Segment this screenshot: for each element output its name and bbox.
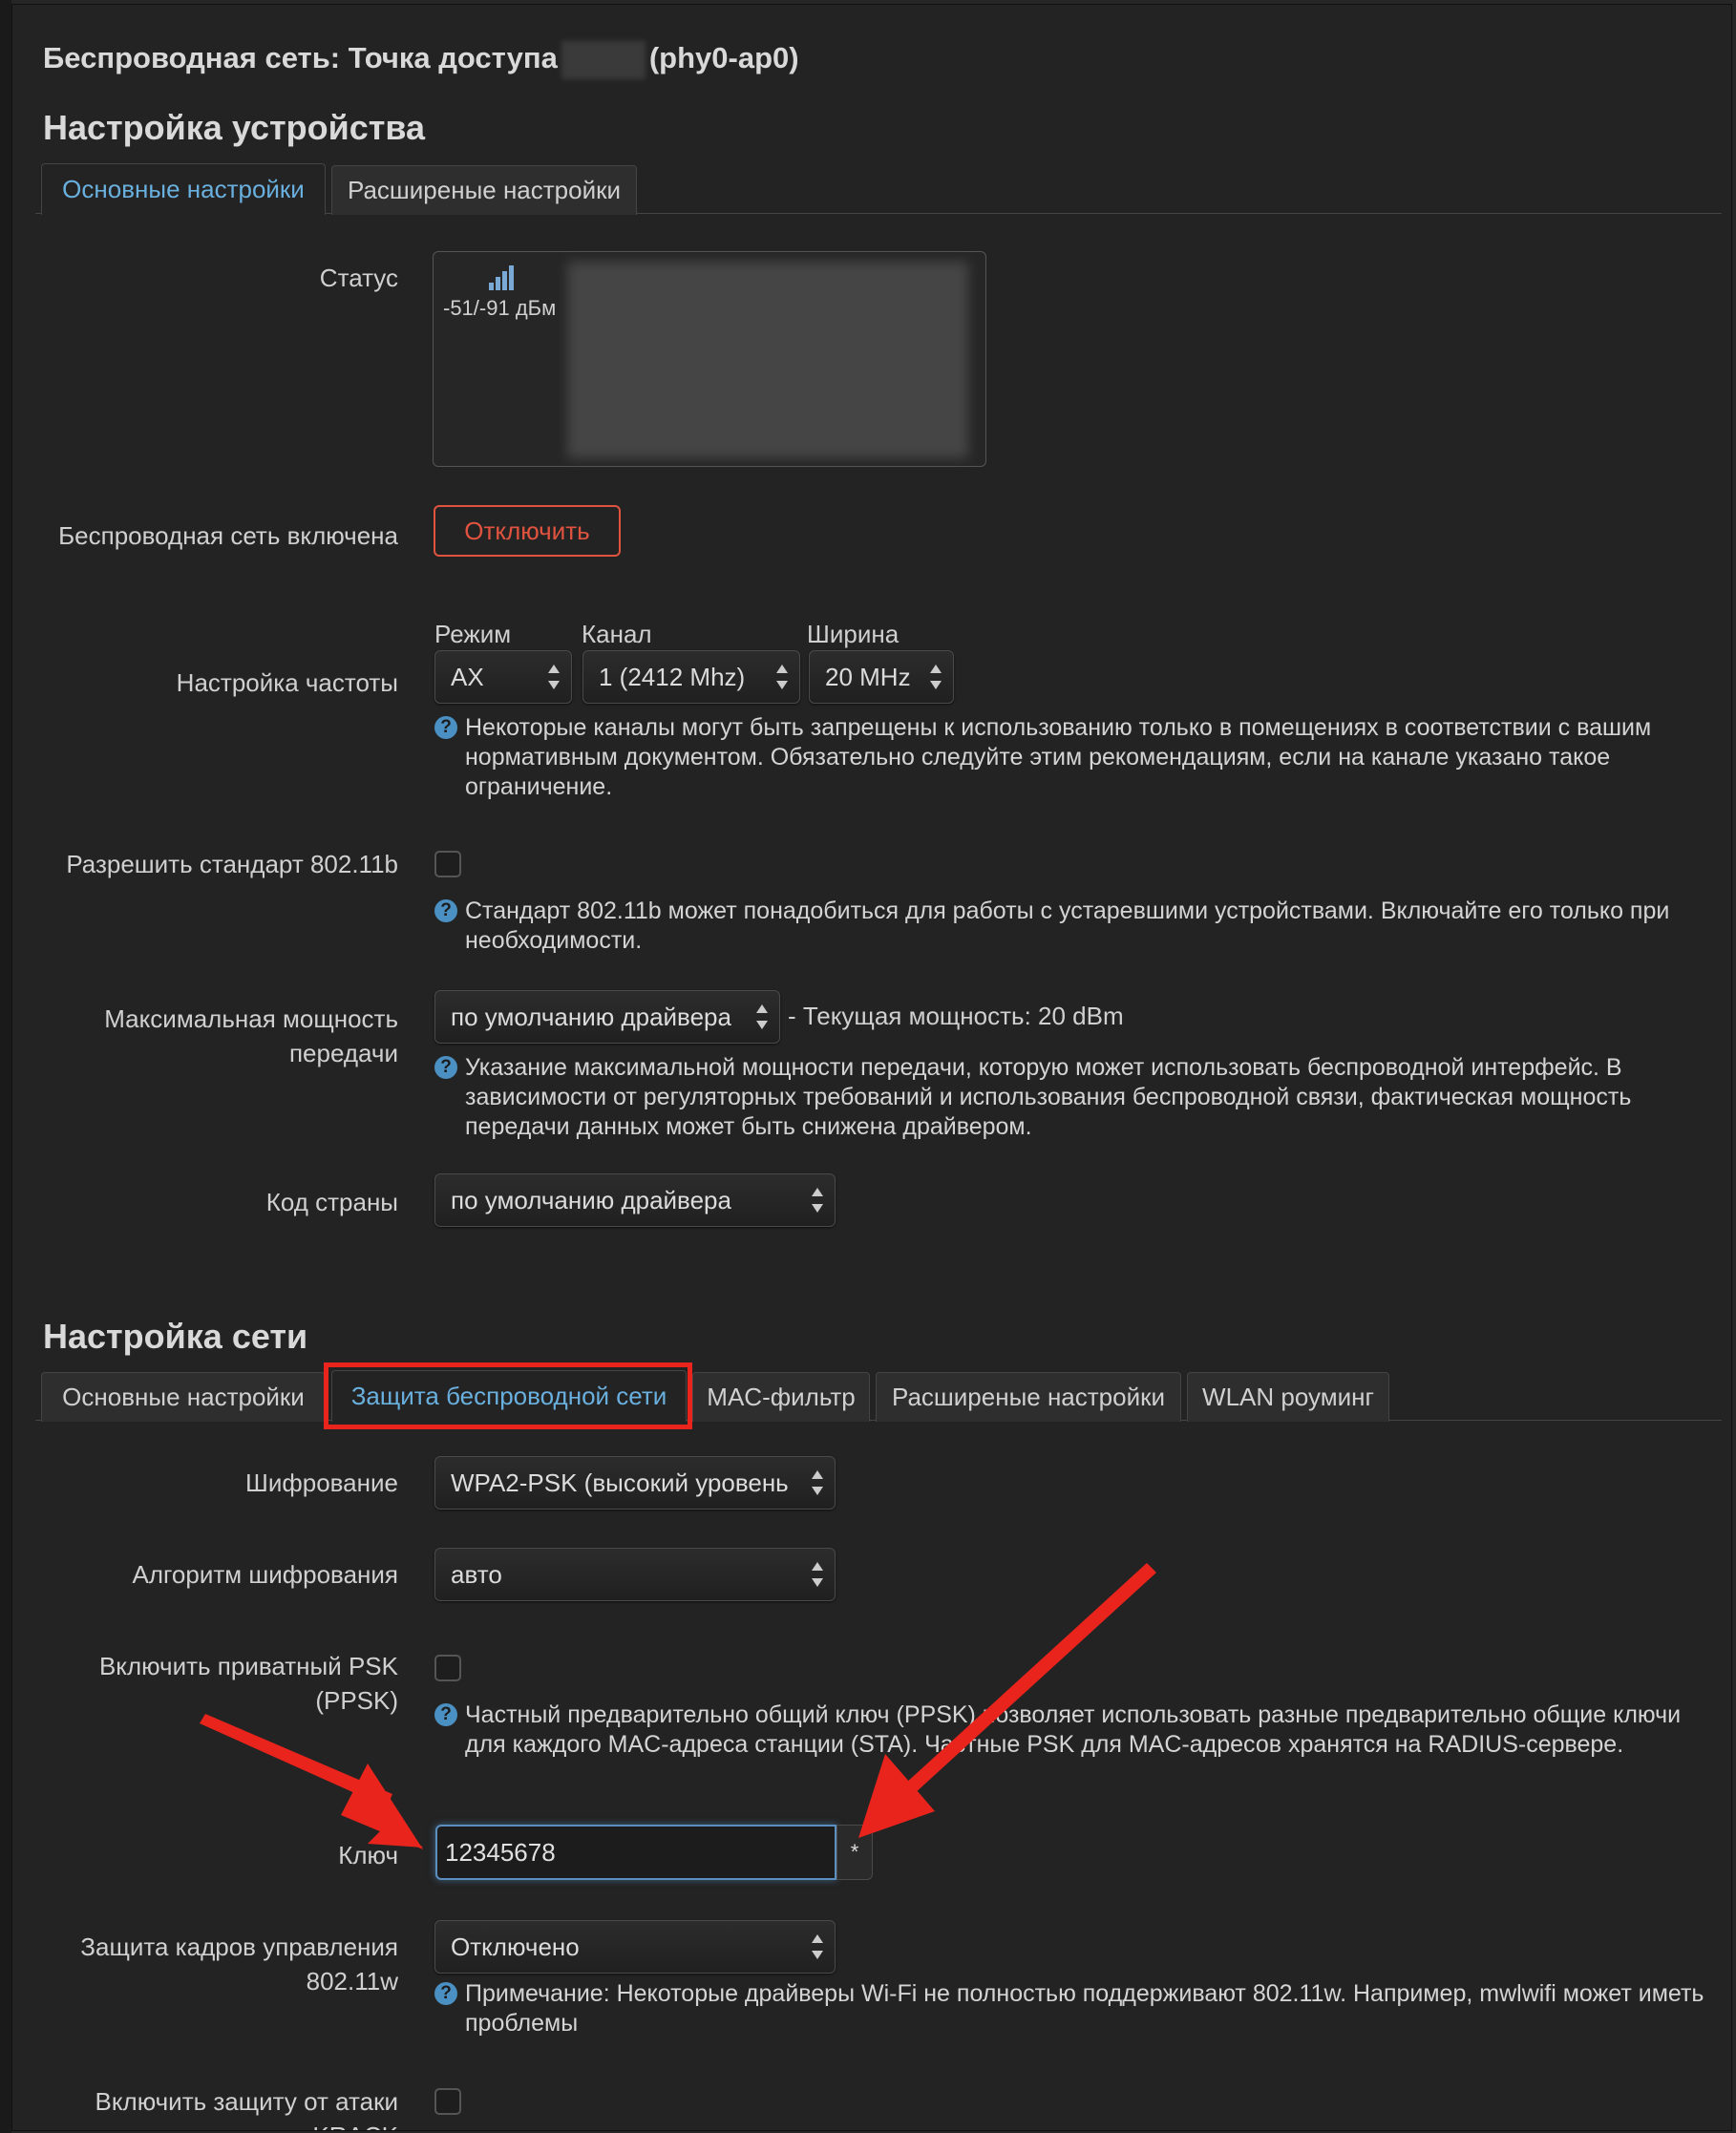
- tab-wlan-roaming[interactable]: WLAN роуминг: [1187, 1372, 1389, 1422]
- help-icon: ?: [434, 1703, 457, 1726]
- cipher-label: Алгоритм шифрования: [132, 1560, 398, 1589]
- key-label: Ключ: [338, 1841, 398, 1869]
- tab-advanced-settings[interactable]: Расширеные настройки: [331, 165, 637, 215]
- channel-select[interactable]: 1 (2412 Mhz): [582, 650, 800, 704]
- ppsk-help: ? Частный предварительно общий ключ (PPSK…: [434, 1700, 1695, 1760]
- left-edge: [0, 0, 11, 2133]
- annotation-highlight-box: [324, 1362, 692, 1429]
- width-label: Ширина: [807, 620, 900, 648]
- signal-strength: -51/-91 дБм: [443, 296, 557, 320]
- tab-basic-settings[interactable]: Основные настройки: [41, 163, 326, 215]
- tab-net-basic[interactable]: Основные настройки: [41, 1372, 326, 1422]
- select-arrow-icon: [812, 1934, 823, 1959]
- country-select[interactable]: по умолчанию драйвера: [434, 1173, 836, 1227]
- mode-select[interactable]: AX: [434, 650, 572, 704]
- b-label: Разрешить стандарт 802.11b: [66, 850, 398, 878]
- mode-label: Режим: [434, 620, 512, 648]
- redacted-status-info: [567, 262, 968, 458]
- mfp-select[interactable]: Отключено: [434, 1920, 836, 1974]
- reveal-password-button[interactable]: *: [836, 1825, 873, 1880]
- settings-panel: Беспроводная сеть: Точка доступа (phy0-ap…: [11, 4, 1732, 2131]
- power-label: Максимальная мощность передачи: [104, 1004, 398, 1067]
- key-input[interactable]: 12345678: [435, 1825, 836, 1880]
- select-arrow-icon: [812, 1470, 823, 1495]
- device-heading: Настройка устройства: [43, 108, 426, 147]
- wireless-enabled-label: Беспроводная сеть включена: [58, 521, 398, 550]
- tab-mac-filter[interactable]: MAC-фильтр: [692, 1372, 870, 1422]
- ppsk-checkbox[interactable]: [434, 1655, 461, 1681]
- signal-icon: [489, 265, 514, 290]
- mfp-help: ? Примечание: Некоторые драйверы Wi-Fi не…: [434, 1979, 1714, 2038]
- power-select[interactable]: по умолчанию драйвера: [434, 990, 780, 1044]
- freq-help: ? Некоторые каналы могут быть запрещены к…: [434, 713, 1704, 802]
- help-icon: ?: [434, 899, 457, 922]
- help-icon: ?: [434, 1982, 457, 2005]
- channel-label: Канал: [582, 620, 652, 648]
- status-box: -51/-91 дБм: [433, 251, 986, 467]
- redacted-ssid: [561, 41, 646, 79]
- disable-button[interactable]: Отключить: [434, 505, 621, 557]
- page-title: Беспроводная сеть: Точка доступа (phy0-ap…: [43, 41, 799, 79]
- help-icon: ?: [434, 716, 457, 739]
- arrow-to-key-input: [200, 1714, 423, 1849]
- current-power: - Текущая мощность: 20 dBm: [788, 1002, 1124, 1030]
- network-heading: Настройка сети: [43, 1317, 308, 1356]
- select-arrow-icon: [756, 1004, 768, 1029]
- mfp-label: Защита кадров управления 802.11w: [80, 1932, 398, 1996]
- select-arrow-icon: [548, 665, 560, 689]
- freq-label: Настройка частоты: [176, 668, 398, 697]
- tab-net-advanced[interactable]: Расширеные настройки: [876, 1372, 1181, 1422]
- krack-label: Включить защиту от атаки KRACK: [95, 2087, 398, 2130]
- country-label: Код страны: [265, 1188, 398, 1216]
- help-icon: ?: [434, 1056, 457, 1079]
- cipher-select[interactable]: авто: [434, 1548, 836, 1601]
- b-help: ? Стандарт 802.11b может понадобиться для…: [434, 897, 1704, 956]
- ppsk-label: Включить приватный PSK (PPSK): [98, 1652, 398, 1715]
- power-help: ? Указание максимальной мощности передачи…: [434, 1053, 1714, 1142]
- krack-checkbox[interactable]: [434, 2088, 461, 2115]
- status-label: Статус: [319, 264, 398, 292]
- select-arrow-icon: [776, 665, 788, 689]
- select-arrow-icon: [930, 665, 942, 689]
- encryption-label: Шифрование: [245, 1468, 398, 1497]
- allow-80211b-checkbox[interactable]: [434, 851, 461, 877]
- select-arrow-icon: [812, 1562, 823, 1587]
- select-arrow-icon: [812, 1188, 823, 1213]
- width-select[interactable]: 20 MHz: [809, 650, 954, 704]
- encryption-select[interactable]: WPA2-PSK (высокий уровень: [434, 1456, 836, 1510]
